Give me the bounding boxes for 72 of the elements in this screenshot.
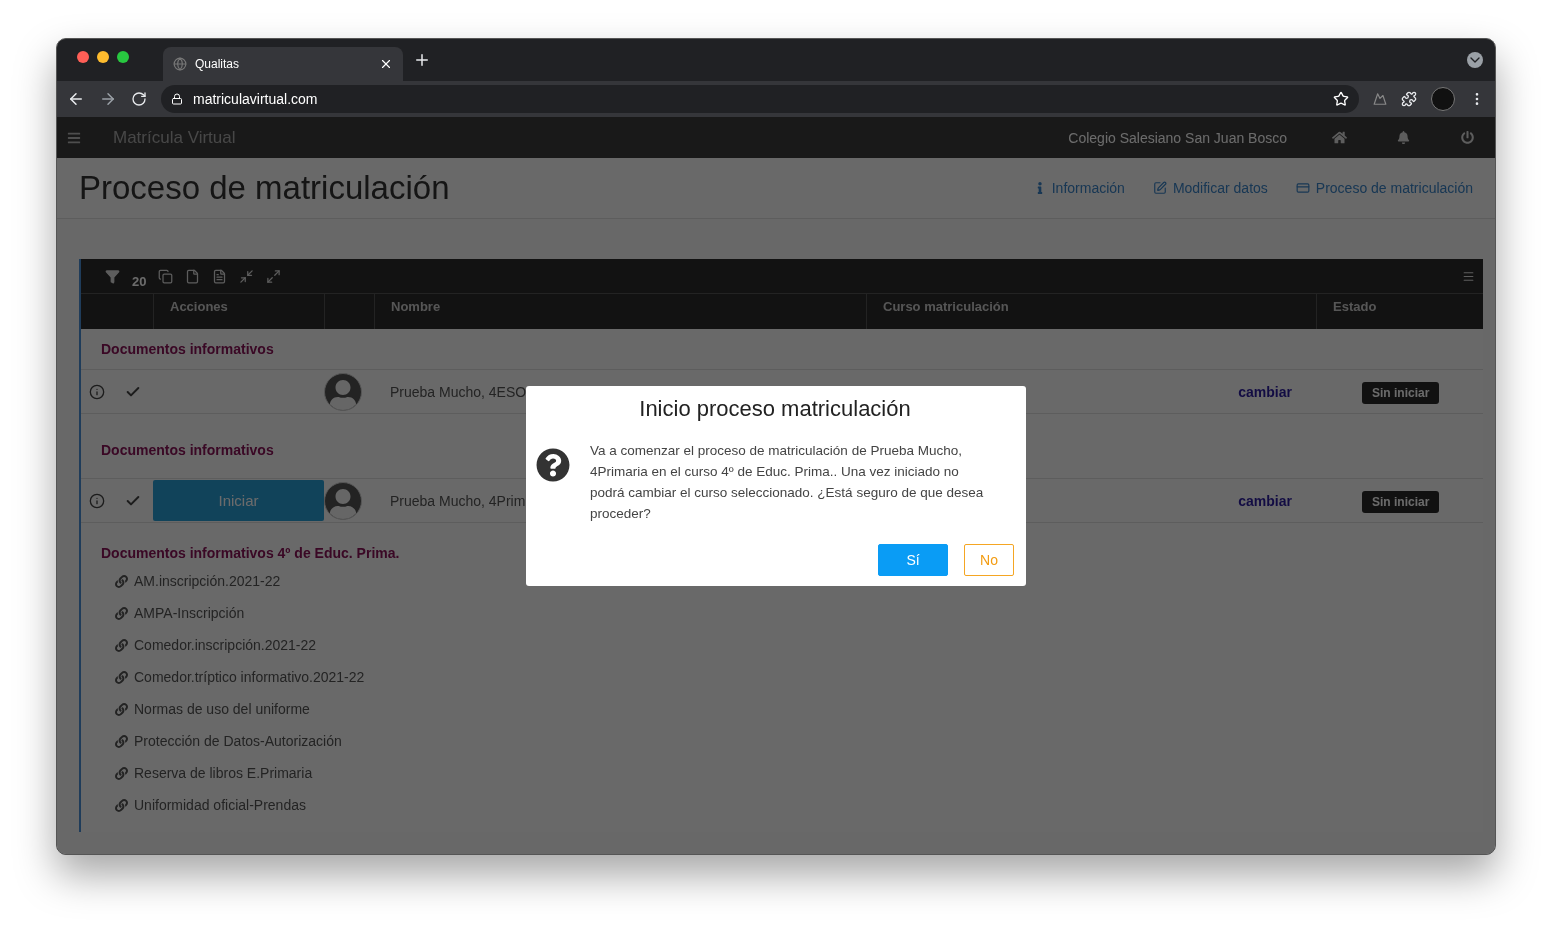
new-tab-icon[interactable]	[413, 51, 431, 69]
column-header[interactable]: Estado	[1316, 294, 1483, 329]
link-icon	[115, 574, 128, 588]
address-bar[interactable]: matriculavirtual.com	[161, 85, 1359, 113]
edit-icon	[1152, 181, 1167, 195]
school-name: Colegio Salesiano San Juan Bosco	[1068, 129, 1287, 146]
close-button[interactable]	[77, 51, 89, 63]
menu-icon[interactable]	[1462, 269, 1475, 283]
link-icon	[115, 638, 128, 652]
document-link[interactable]: Protección de Datos-Autorización	[101, 725, 342, 757]
reload-icon[interactable]	[131, 91, 147, 107]
filter-icon[interactable]	[105, 268, 120, 284]
tab-search-icon[interactable]	[1467, 52, 1483, 68]
confirm-button[interactable]: Sí	[878, 544, 948, 576]
student-name: Prueba Mucho, 4Prim	[390, 492, 526, 509]
profile-avatar[interactable]	[1431, 87, 1455, 111]
mountain-icon[interactable]	[1373, 92, 1387, 106]
expand-icon[interactable]	[266, 268, 282, 284]
info-icon[interactable]	[89, 383, 105, 400]
close-icon[interactable]	[379, 57, 393, 71]
document-link[interactable]: AM.inscripción.2021-22	[101, 565, 281, 597]
link-icon	[115, 734, 128, 748]
change-link[interactable]: cambiar	[1238, 492, 1292, 509]
link-icon	[115, 606, 128, 620]
section-heading: Documentos informativos	[81, 329, 1483, 370]
nav-link[interactable]: Información	[1033, 180, 1125, 196]
collapse-icon[interactable]	[239, 268, 255, 284]
nav-link[interactable]: Proceso de matriculación	[1295, 180, 1473, 196]
student-name: Prueba Mucho, 4ESO	[390, 383, 527, 400]
info-icon[interactable]	[89, 492, 105, 509]
link-icon	[115, 670, 128, 684]
globe-icon	[173, 57, 187, 71]
avatar-silhouette	[324, 481, 362, 520]
column-header[interactable]: Nombre	[374, 294, 866, 329]
menu-icon[interactable]	[67, 130, 81, 145]
bell-icon[interactable]	[1396, 131, 1410, 144]
document-link[interactable]: Uniformidad oficial-Prendas	[101, 789, 306, 821]
status-badge: Sin iniciar	[1362, 381, 1440, 404]
avatar-silhouette	[324, 372, 362, 411]
cancel-button[interactable]: No	[964, 544, 1014, 576]
extensions-icon[interactable]	[1401, 91, 1417, 107]
document-link[interactable]: AMPA-Inscripción	[101, 597, 245, 629]
document-link[interactable]: Normas de uso del uniforme	[101, 693, 310, 725]
link-icon	[115, 766, 128, 780]
browser-tab[interactable]: Qualitas	[163, 47, 403, 81]
lock-icon	[171, 93, 183, 105]
link-icon	[115, 798, 128, 812]
question-icon	[536, 448, 570, 482]
document-link[interactable]: Comedor.tríptico informativo.2021-22	[101, 661, 365, 693]
change-link[interactable]: cambiar	[1238, 383, 1292, 400]
nav-link[interactable]: Modificar datos	[1152, 180, 1268, 196]
bookmark-star-icon[interactable]	[1333, 91, 1349, 107]
page-title: Proceso de matriculación	[79, 169, 451, 207]
column-header[interactable]: Acciones	[153, 294, 324, 329]
document-link[interactable]: Comedor.inscripción.2021-22	[101, 629, 317, 661]
filter-count: 20	[132, 273, 147, 289]
document-icon[interactable]	[212, 268, 228, 284]
power-icon[interactable]	[1460, 131, 1474, 144]
link-icon	[115, 702, 128, 716]
back-icon[interactable]	[67, 90, 85, 108]
status-badge: Sin iniciar	[1362, 490, 1440, 513]
forward-icon[interactable]	[99, 90, 117, 108]
maximize-button[interactable]	[117, 51, 129, 63]
section-heading: Documentos informativos 4º de Educ. Prima.	[101, 545, 400, 561]
column-header[interactable]: Curso matriculación	[866, 294, 1316, 329]
document-link[interactable]: Reserva de libros E.Primaria	[101, 757, 313, 789]
file-icon[interactable]	[185, 268, 201, 284]
start-button[interactable]: Iniciar	[153, 480, 324, 521]
copy-icon[interactable]	[158, 268, 174, 284]
card-icon	[1295, 181, 1310, 195]
home-icon[interactable]	[1331, 130, 1347, 145]
minimize-button[interactable]	[97, 51, 109, 63]
